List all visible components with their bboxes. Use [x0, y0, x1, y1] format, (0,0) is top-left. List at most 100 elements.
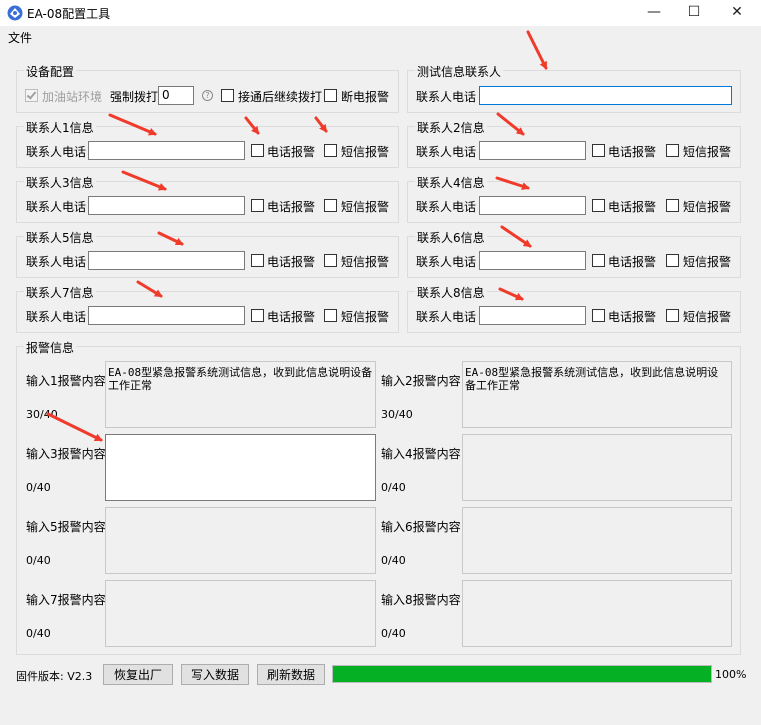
contact-2-title: 联系人2信息 [415, 119, 487, 136]
input-2-content[interactable]: EA-08型紧急报警系统测试信息，收到此信息说明设备工作正常 [462, 361, 732, 428]
close-button[interactable]: ✕ [717, 0, 757, 24]
contact-8-title: 联系人8信息 [415, 284, 487, 301]
input-1-counter: 30/40 [26, 408, 58, 421]
contact-1-sms-label: 短信报警 [341, 145, 390, 159]
contact-3-sms-checkbox[interactable] [324, 199, 337, 212]
contact-2-phone-input[interactable] [479, 141, 586, 160]
help-icon[interactable]: ? [202, 90, 213, 101]
input-5-counter: 0/40 [26, 554, 51, 567]
contact-4-call-checkbox[interactable] [592, 199, 605, 212]
contact-2-call-checkbox[interactable] [592, 144, 605, 157]
menu-file[interactable]: 文件 [8, 29, 32, 46]
maximize-button[interactable]: ☐ [674, 0, 714, 24]
input-5-content[interactable] [105, 507, 376, 574]
refresh-data-button[interactable]: 刷新数据 [257, 664, 325, 685]
contact-3-phone-label: 联系人电话 [26, 200, 87, 214]
contact-5-title: 联系人5信息 [24, 229, 96, 246]
device-config-title: 设备配置 [24, 63, 77, 80]
firmware-version: 固件版本: V2.3 [16, 670, 93, 683]
contact-5-sms-label: 短信报警 [341, 255, 390, 269]
contact-7-call-checkbox[interactable] [251, 309, 264, 322]
gas-station-checkbox [25, 89, 38, 102]
input-7-label: 输入7报警内容 [26, 593, 106, 607]
contact-5-phone-label: 联系人电话 [26, 255, 87, 269]
contact-6-phone-label: 联系人电话 [416, 255, 477, 269]
contact-6-phone-input[interactable] [479, 251, 586, 270]
contact-7-phone-input[interactable] [88, 306, 245, 325]
contact-1-call-label: 电话报警 [267, 145, 316, 159]
contact-1-phone-label: 联系人电话 [26, 145, 87, 159]
test-contact-title: 测试信息联系人 [415, 63, 504, 80]
contact-1-title: 联系人1信息 [24, 119, 96, 136]
contact-6-title: 联系人6信息 [415, 229, 487, 246]
input-3-counter: 0/40 [26, 481, 51, 494]
continue-dial-checkbox[interactable] [221, 89, 234, 102]
write-data-button[interactable]: 写入数据 [181, 664, 249, 685]
contact-4-sms-checkbox[interactable] [666, 199, 679, 212]
progress-bar [332, 665, 712, 683]
continue-dial-label: 接通后继续拨打 [238, 90, 323, 104]
contact-2-sms-checkbox[interactable] [666, 144, 679, 157]
input-4-content[interactable] [462, 434, 732, 501]
contact-1-sms-checkbox[interactable] [324, 144, 337, 157]
input-7-counter: 0/40 [26, 627, 51, 640]
minimize-button[interactable]: — [634, 0, 674, 24]
contact-5-call-label: 电话报警 [267, 255, 316, 269]
contact-2-sms-label: 短信报警 [683, 145, 732, 159]
input-8-content[interactable] [462, 580, 732, 647]
power-off-alarm-label: 断电报警 [341, 90, 390, 104]
contact-4-call-label: 电话报警 [608, 200, 657, 214]
input-8-label: 输入8报警内容 [381, 593, 461, 607]
contact-4-sms-label: 短信报警 [683, 200, 732, 214]
window-title: EA-08配置工具 [27, 7, 111, 21]
contact-7-sms-checkbox[interactable] [324, 309, 337, 322]
contact-3-title: 联系人3信息 [24, 174, 96, 191]
input-4-counter: 0/40 [381, 481, 406, 494]
contact-6-sms-checkbox[interactable] [666, 254, 679, 267]
input-5-label: 输入5报警内容 [26, 520, 106, 534]
contact-3-call-checkbox[interactable] [251, 199, 264, 212]
contact-3-phone-input[interactable] [88, 196, 245, 215]
contact-8-sms-checkbox[interactable] [666, 309, 679, 322]
factory-reset-button[interactable]: 恢复出厂 [103, 664, 173, 685]
input-6-content[interactable] [462, 507, 732, 574]
contact-6-sms-label: 短信报警 [683, 255, 732, 269]
input-6-counter: 0/40 [381, 554, 406, 567]
contact-2-phone-label: 联系人电话 [416, 145, 477, 159]
input-1-content[interactable]: EA-08型紧急报警系统测试信息，收到此信息说明设备工作正常 [105, 361, 376, 428]
input-7-content[interactable] [105, 580, 376, 647]
power-off-alarm-checkbox[interactable] [324, 89, 337, 102]
contact-7-phone-label: 联系人电话 [26, 310, 87, 324]
contact-7-sms-label: 短信报警 [341, 310, 390, 324]
input-4-label: 输入4报警内容 [381, 447, 461, 461]
input-2-label: 输入2报警内容 [381, 374, 461, 388]
contact-5-call-checkbox[interactable] [251, 254, 264, 267]
test-contact-phone-label: 联系人电话 [416, 90, 477, 104]
contact-7-title: 联系人7信息 [24, 284, 96, 301]
contact-5-phone-input[interactable] [88, 251, 245, 270]
test-contact-phone-input[interactable] [479, 86, 732, 105]
app-logo-icon [7, 5, 23, 21]
contact-2-call-label: 电话报警 [608, 145, 657, 159]
contact-5-sms-checkbox[interactable] [324, 254, 337, 267]
contact-3-call-label: 电话报警 [267, 200, 316, 214]
contact-8-call-checkbox[interactable] [592, 309, 605, 322]
contact-8-call-label: 电话报警 [608, 310, 657, 324]
gas-station-label: 加油站环境 [42, 90, 103, 104]
contact-3-sms-label: 短信报警 [341, 200, 390, 214]
force-dial-label: 强制拨打 [110, 90, 159, 104]
input-1-label: 输入1报警内容 [26, 374, 106, 388]
input-6-label: 输入6报警内容 [381, 520, 461, 534]
contact-6-call-checkbox[interactable] [592, 254, 605, 267]
contact-1-phone-input[interactable] [88, 141, 245, 160]
contact-4-title: 联系人4信息 [415, 174, 487, 191]
contact-4-phone-label: 联系人电话 [416, 200, 477, 214]
title-bar: EA-08配置工具 — ☐ ✕ [0, 0, 761, 26]
contact-8-phone-input[interactable] [479, 306, 586, 325]
contact-7-call-label: 电话报警 [267, 310, 316, 324]
contact-1-call-checkbox[interactable] [251, 144, 264, 157]
menu-bar: 文件 [0, 26, 761, 46]
force-dial-input[interactable]: 0 [158, 86, 194, 105]
contact-4-phone-input[interactable] [479, 196, 586, 215]
input-3-content[interactable] [105, 434, 376, 501]
